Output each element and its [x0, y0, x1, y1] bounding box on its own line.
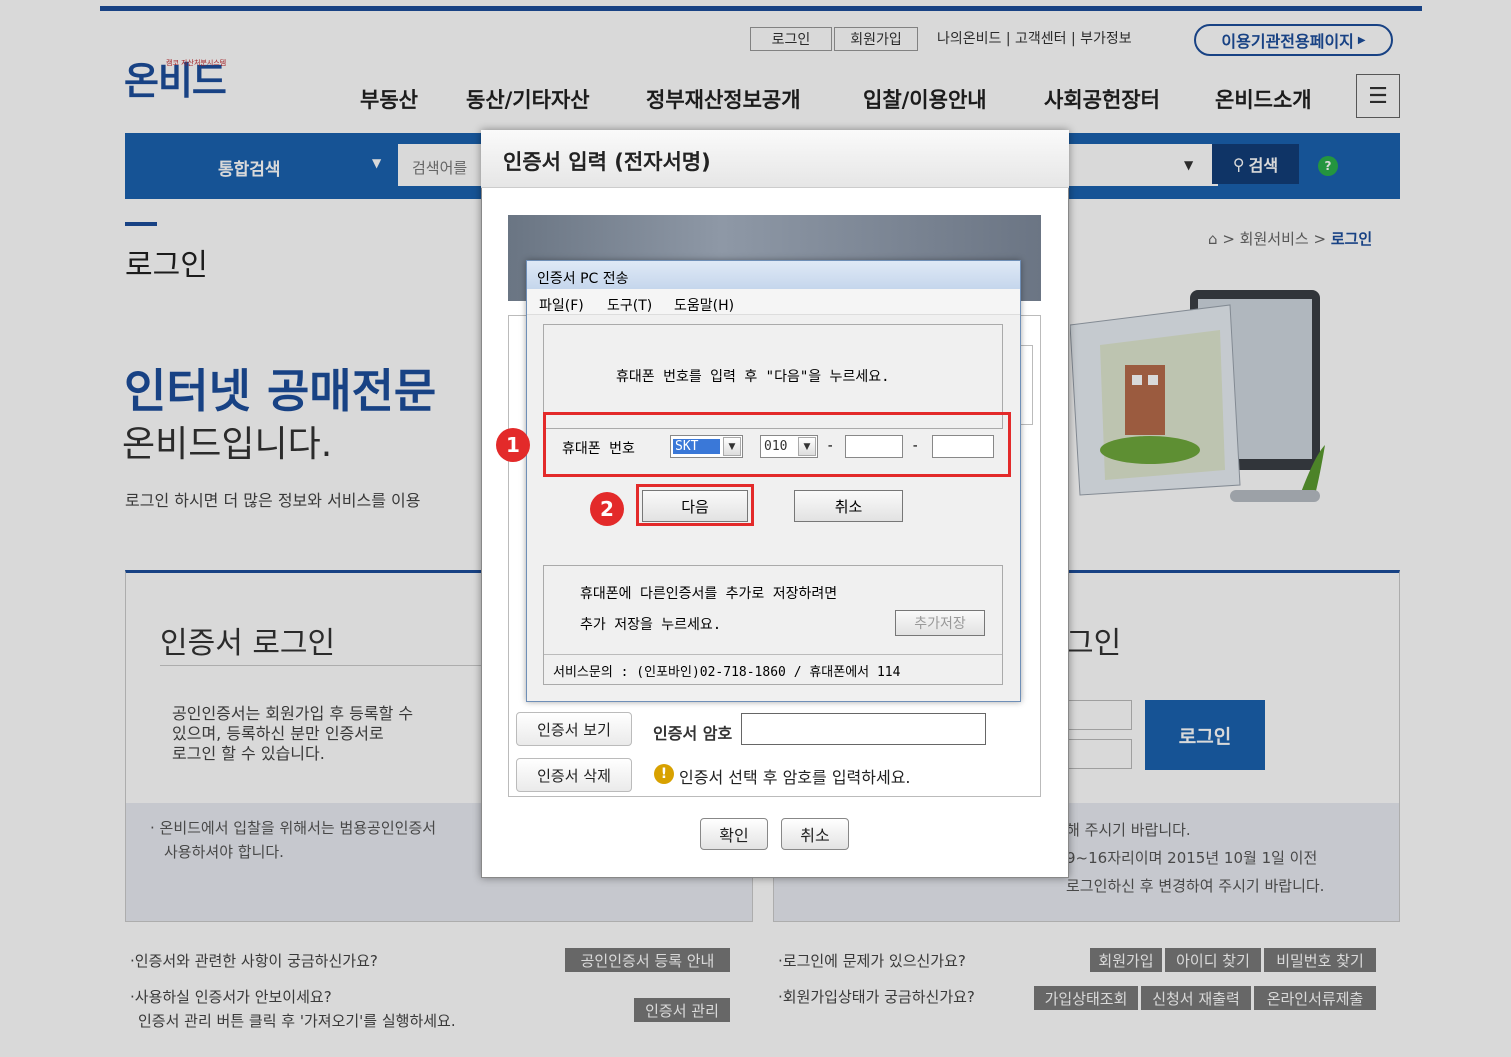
pc-window-menubar: 파일(F) 도구(T) 도움말(H) — [527, 289, 1020, 315]
menu-help[interactable]: 도움말(H) — [674, 295, 734, 315]
step-marker-1: 1 — [496, 428, 530, 462]
prefix-select[interactable]: 010 ▼ — [760, 435, 818, 458]
service-contact: 서비스문의 : (인포바인)02-718-1860 / 휴대폰에서 114 — [553, 665, 901, 680]
chevron-down-icon[interactable]: ▼ — [798, 437, 816, 456]
pc-cancel-button[interactable]: 취소 — [794, 490, 903, 522]
cert-password-field[interactable] — [741, 713, 986, 745]
cert-password-label: 인증서 암호 — [653, 724, 733, 743]
extra-save-text: 추가 저장을 누르세요. — [580, 617, 722, 633]
step-marker-2: 2 — [590, 492, 624, 526]
phone-last-field[interactable] — [932, 435, 994, 458]
menu-tools[interactable]: 도구(T) — [607, 295, 652, 315]
extra-save-button[interactable]: 추가저장 — [895, 610, 985, 636]
prefix-value: 010 — [764, 439, 788, 454]
extra-save-text: 휴대폰에 다른인증서를 추가로 저장하려면 — [580, 586, 838, 602]
next-button[interactable]: 다음 — [642, 490, 748, 522]
view-cert-button[interactable]: 인증서 보기 — [516, 712, 632, 746]
phone-dash: - — [826, 438, 835, 454]
divider — [544, 654, 1002, 655]
pc-instruction: 휴대폰 번호를 입력 후 "다음"을 누르세요. — [616, 369, 890, 385]
phone-label: 휴대폰 번호 — [562, 441, 635, 457]
confirm-button[interactable]: 확인 — [700, 818, 768, 850]
chevron-down-icon[interactable]: ▼ — [723, 437, 741, 456]
cert-dialog-title: 인증서 입력 (전자서명) — [503, 150, 711, 174]
side-field — [1020, 345, 1033, 425]
phone-dash: - — [911, 438, 920, 454]
dialog-cancel-button[interactable]: 취소 — [781, 818, 849, 850]
carrier-value: SKT — [673, 439, 721, 454]
warning-icon: ! — [654, 764, 674, 784]
carrier-select[interactable]: SKT ▼ — [670, 435, 743, 458]
cert-warning-text: 인증서 선택 후 암호를 입력하세요. — [679, 768, 911, 787]
pc-window-title: 인증서 PC 전송 — [527, 261, 1020, 289]
phone-middle-field[interactable] — [845, 435, 903, 458]
delete-cert-button[interactable]: 인증서 삭제 — [516, 758, 632, 792]
menu-file[interactable]: 파일(F) — [539, 295, 584, 315]
